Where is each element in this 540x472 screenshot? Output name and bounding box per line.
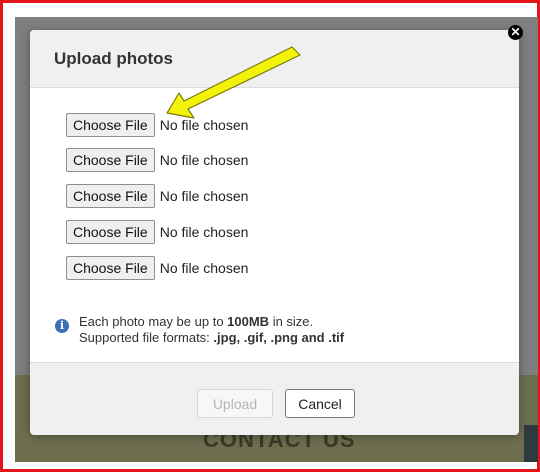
file-input-row: Choose File No file chosen [66,113,248,137]
file-input-row: Choose File No file chosen [66,184,248,208]
dialog-footer: Upload Cancel [30,362,519,435]
file-status-text: No file chosen [159,152,249,168]
choose-file-button[interactable]: Choose File [66,113,155,137]
cancel-button[interactable]: Cancel [285,389,355,418]
choose-file-button[interactable]: Choose File [66,148,155,172]
close-icon[interactable]: ✕ [508,25,523,40]
file-status-text: No file chosen [159,188,249,204]
file-status-text: No file chosen [159,260,249,276]
choose-file-button[interactable]: Choose File [66,184,155,208]
file-status-text: No file chosen [159,117,249,133]
upload-button[interactable]: Upload [197,389,273,418]
file-input-row: Choose File No file chosen [66,148,248,172]
dark-corner-block [524,425,538,462]
file-input-row: Choose File No file chosen [66,256,248,280]
file-input-row: Choose File No file chosen [66,220,248,244]
upload-photos-dialog: Upload photos Choose File No file chosen… [30,30,519,435]
size-limit-line: Each photo may be up to 100MB in size. [79,314,314,329]
upload-limits-note: Each photo may be up to 100MB in size. S… [79,314,344,346]
dialog-title: Upload photos [54,49,173,68]
dialog-header: Upload photos [30,30,519,88]
formats-line: Supported file formats: .jpg, .gif, .png… [79,330,345,345]
file-status-text: No file chosen [159,224,249,240]
info-icon: i [55,319,69,333]
choose-file-button[interactable]: Choose File [66,220,155,244]
choose-file-button[interactable]: Choose File [66,256,155,280]
